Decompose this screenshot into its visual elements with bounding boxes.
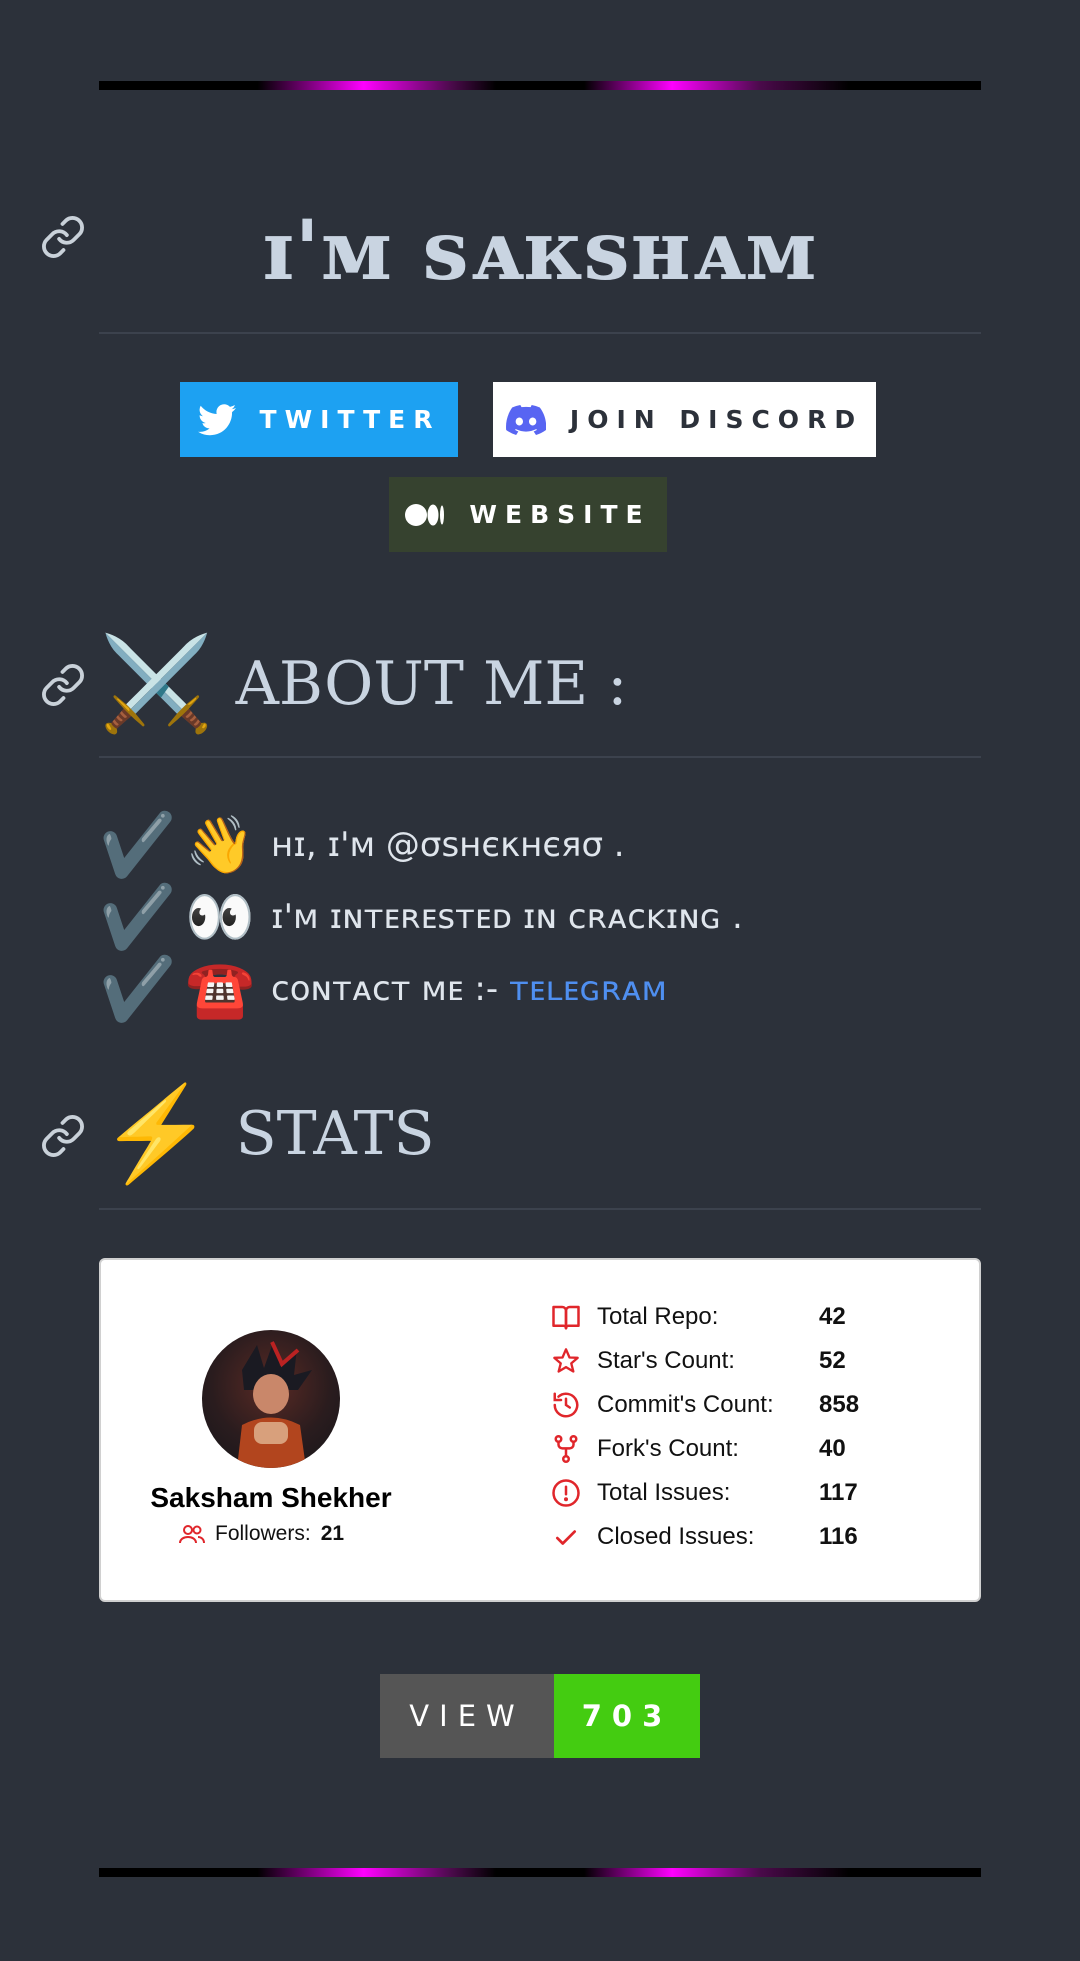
- view-badge-label: VIEW: [380, 1674, 554, 1758]
- about-heading-text: ABOUT ME :: [235, 649, 628, 719]
- twitter-button[interactable]: TWITTER: [180, 382, 458, 457]
- stats-heading-text: STATS: [235, 1099, 435, 1169]
- about-line-1-text: ʜɪ, ɪ'ᴍ @σsнєκнєяσ .: [271, 825, 625, 865]
- link-icon[interactable]: [40, 662, 86, 708]
- profile-name: Saksham Shekher: [150, 1482, 392, 1513]
- discord-icon: [505, 404, 546, 435]
- history-icon: [553, 1392, 579, 1418]
- lightning-icon: ⚡: [99, 1080, 214, 1187]
- stat-row-stars: Star's Count: 52: [551, 1341, 846, 1381]
- about-heading: ⚔️ ABOUT ME :: [99, 638, 981, 730]
- medium-icon: [405, 503, 445, 526]
- character-icon: [237, 1340, 312, 1468]
- stat-label: Total Repo:: [597, 1303, 719, 1330]
- twitter-label: TWITTER: [259, 405, 441, 434]
- followers-row: Followers: 21: [179, 1522, 344, 1546]
- view-badge-count: 703: [554, 1674, 700, 1758]
- stat-row-total-repo: Total Repo: 42: [551, 1297, 846, 1337]
- stat-value: 52: [819, 1347, 846, 1374]
- about-line-3-text: ᴄᴏɴᴛᴀᴄᴛ ᴍᴇ :-: [271, 969, 509, 1009]
- about-heading-row: ⚔️ ABOUT ME :: [99, 638, 981, 758]
- avatar: [202, 1330, 340, 1468]
- link-icon[interactable]: [40, 214, 86, 260]
- book-icon: [552, 1305, 580, 1330]
- github-stats-card[interactable]: Saksham Shekher Followers: 21 Total Repo…: [99, 1258, 981, 1602]
- stat-row-total-issues: Total Issues: 117: [551, 1473, 858, 1513]
- stat-label: Commit's Count:: [597, 1391, 774, 1418]
- crossed-swords-icon: ⚔️: [99, 630, 214, 737]
- discord-button[interactable]: JOIN DISCORD: [493, 382, 876, 457]
- top-divider: [99, 81, 981, 90]
- stat-label: Total Issues:: [597, 1479, 731, 1506]
- title-row: ɪ'ᴍ sᴀᴋsʜᴀᴍ: [99, 198, 981, 334]
- telegram-link[interactable]: ᴛᴇʟᴇɢʀᴀᴍ: [509, 969, 667, 1009]
- star-icon: [553, 1348, 579, 1373]
- bottom-divider: [99, 1868, 981, 1877]
- stat-value: 42: [819, 1303, 846, 1330]
- stat-label: Star's Count:: [597, 1347, 735, 1374]
- view-counter-badge[interactable]: VIEW 703: [380, 1674, 700, 1758]
- fork-icon: [554, 1434, 578, 1463]
- stat-value: 117: [819, 1479, 858, 1506]
- stat-row-forks: Fork's Count: 40: [551, 1429, 846, 1469]
- website-button[interactable]: WEBSITE: [389, 477, 667, 552]
- link-icon[interactable]: [40, 1113, 86, 1159]
- stat-row-commits: Commit's Count: 858: [551, 1385, 859, 1425]
- issue-icon: [552, 1479, 580, 1507]
- about-line-2-text: ɪ'ᴍ ɪɴᴛᴇʀᴇsᴛᴇᴅ ɪɴ ᴄʀᴀᴄᴋɪɴɢ .: [271, 897, 743, 937]
- about-line-2: ✔️ 👀 ɪ'ᴍ ɪɴᴛᴇʀᴇsᴛᴇᴅ ɪɴ ᴄʀᴀᴄᴋɪɴɢ .: [99, 880, 743, 953]
- stat-label: Closed Issues:: [597, 1523, 755, 1550]
- followers-count: 21: [320, 1522, 345, 1545]
- check-icon: [555, 1530, 577, 1545]
- users-icon: [179, 1525, 205, 1544]
- about-line-1: ✔️ 👋 ʜɪ, ɪ'ᴍ @σsнєκнєяσ .: [99, 808, 625, 881]
- stat-row-closed-issues: Closed Issues: 116: [551, 1517, 858, 1557]
- stat-value: 858: [819, 1391, 860, 1418]
- website-label: WEBSITE: [469, 500, 651, 529]
- stat-value: 40: [819, 1435, 846, 1462]
- about-line-3: ✔️ ☎️ ᴄᴏɴᴛᴀᴄᴛ ᴍᴇ :- ᴛᴇʟᴇɢʀᴀᴍ: [99, 952, 667, 1025]
- followers-label: Followers:: [215, 1522, 311, 1545]
- discord-label: JOIN DISCORD: [569, 405, 864, 434]
- stats-heading: ⚡ STATS: [99, 1088, 981, 1180]
- check-mark-icon: ✔️: [99, 880, 177, 953]
- telephone-icon: ☎️: [185, 957, 255, 1022]
- check-mark-icon: ✔️: [99, 952, 177, 1025]
- eyes-icon: 👀: [185, 885, 255, 950]
- stats-heading-row: ⚡ STATS: [99, 1088, 981, 1210]
- stat-value: 116: [819, 1523, 858, 1550]
- page-title: ɪ'ᴍ sᴀᴋsʜᴀᴍ: [262, 203, 818, 299]
- waving-hand-icon: 👋: [185, 813, 255, 878]
- stat-label: Fork's Count:: [597, 1435, 739, 1462]
- check-mark-icon: ✔️: [99, 808, 177, 881]
- twitter-icon: [197, 403, 236, 435]
